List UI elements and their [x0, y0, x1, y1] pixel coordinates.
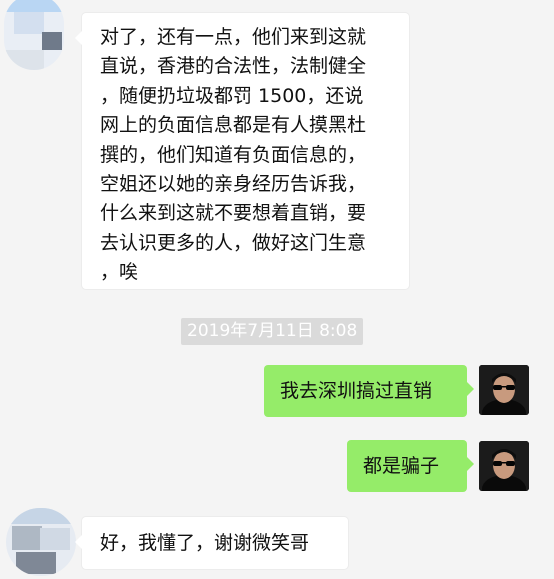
message-line: 去认识更多的人，做好这门生意	[100, 231, 367, 254]
message-text: 好，我懂了，谢谢微笑哥	[100, 532, 310, 554]
message-line: 对了，还有一点，他们来到这就	[100, 26, 367, 48]
message-line: 撰的，他们知道有负面信息的，	[100, 143, 367, 166]
message-line: 直说，香港的合法性，法制健全	[100, 55, 367, 78]
message-bubble-outgoing[interactable]: 我去深圳搞过直销	[264, 365, 474, 417]
message-text: 都是骗子	[363, 455, 440, 477]
self-avatar-icon[interactable]	[479, 365, 529, 415]
contact-avatar-icon[interactable]	[4, 0, 64, 70]
chat-window: 对了，还有一点，他们来到这就 直说，香港的合法性，法制健全 ，随便扔垃圾都罚 1…	[0, 0, 554, 579]
message-line: ，唉	[100, 261, 139, 284]
message-line: 网上的负面信息都是有人摸黑杜	[100, 114, 367, 137]
self-avatar-icon[interactable]	[479, 441, 529, 491]
message-line: 什么来到这就不要想着直销，要	[100, 202, 367, 225]
message-bubble-incoming[interactable]: 好，我懂了，谢谢微笑哥	[75, 517, 348, 569]
message-text: 我去深圳搞过直销	[280, 380, 433, 402]
message-bubble-outgoing[interactable]: 都是骗子	[347, 440, 474, 492]
message-bubble-incoming[interactable]: 对了，还有一点，他们来到这就 直说，香港的合法性，法制健全 ，随便扔垃圾都罚 1…	[75, 13, 409, 289]
message-timestamp: 2019年7月11日 8:08	[181, 318, 364, 345]
message-line: ，随便扔垃圾都罚 1500，还说	[100, 84, 364, 107]
message-line: 空姐还以她的亲身经历告诉我，	[100, 173, 367, 196]
contact-avatar-icon[interactable]	[6, 508, 76, 576]
